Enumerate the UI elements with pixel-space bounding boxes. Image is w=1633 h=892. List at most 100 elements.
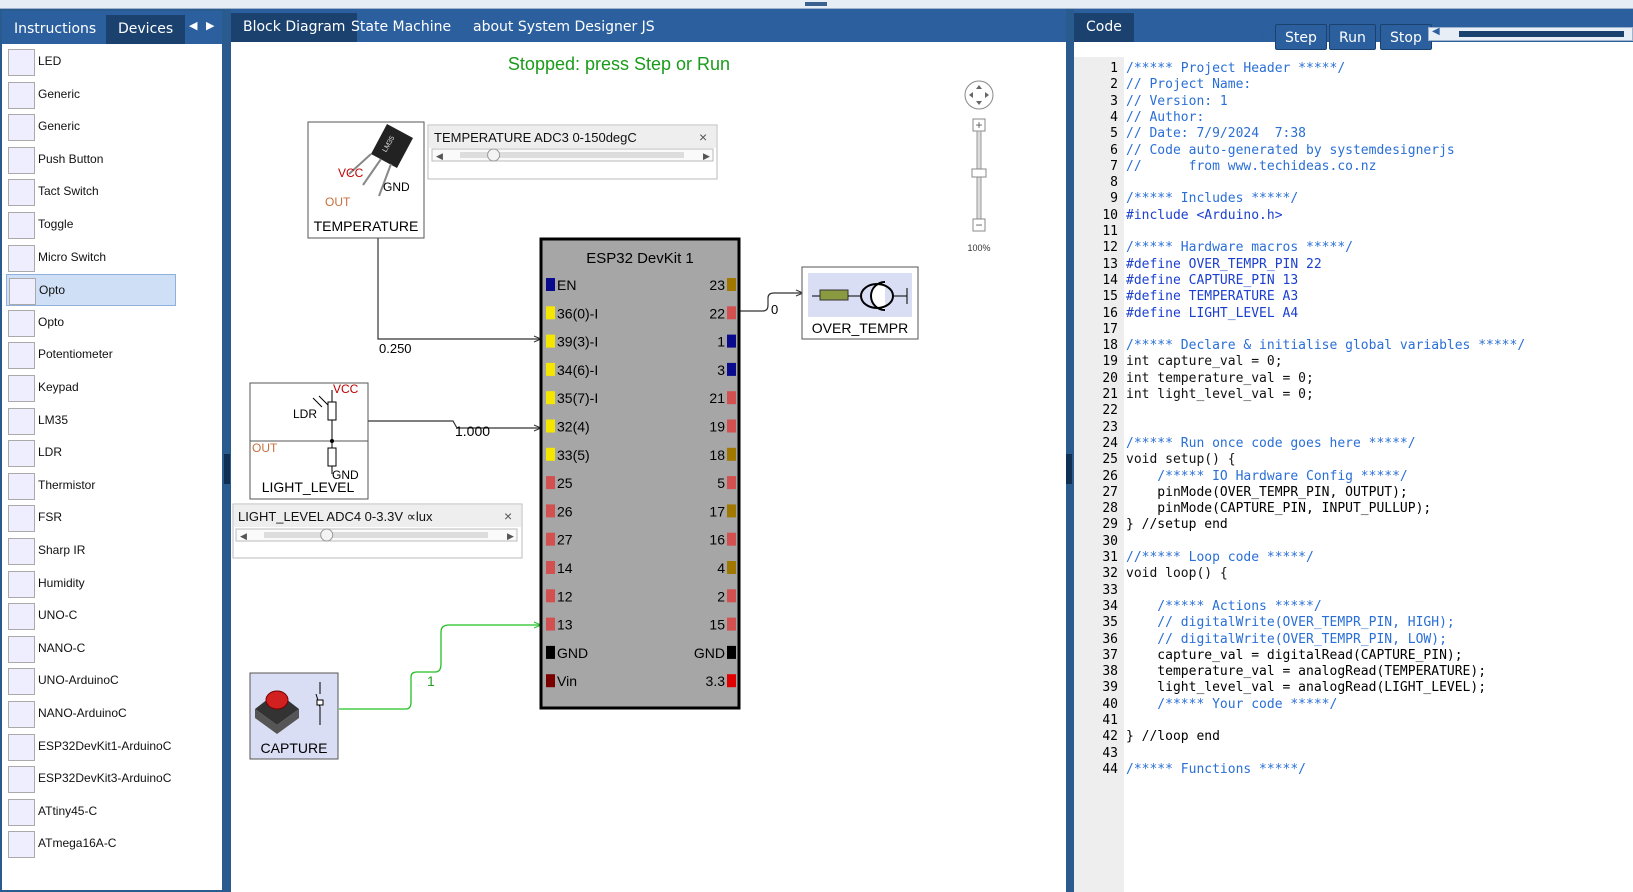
- tab-devices[interactable]: Devices: [106, 15, 186, 44]
- esp32-left-pin-marker[interactable]: [546, 561, 555, 574]
- esp32-right-pin-marker[interactable]: [727, 391, 736, 405]
- light-level-slider-thumb[interactable]: [320, 528, 334, 542]
- tab-scroll-right-icon[interactable]: ▶: [206, 19, 214, 32]
- device-item[interactable]: LED: [6, 46, 176, 78]
- run-button[interactable]: Run: [1329, 24, 1376, 50]
- device-item[interactable]: ESP32DevKit3-ArduinoC: [6, 763, 176, 795]
- code-line: /***** Project Header *****/: [1126, 61, 1346, 76]
- over-tempr-block[interactable]: OVER_TEMPR: [801, 266, 919, 340]
- esp32-right-pin-marker[interactable]: [727, 278, 736, 291]
- esp32-right-pin-marker[interactable]: [727, 476, 736, 490]
- capture-name: CAPTURE: [261, 740, 328, 756]
- esp32-right-pin-marker[interactable]: [727, 504, 736, 518]
- esp32-right-pin-marker[interactable]: [727, 645, 736, 659]
- esp32-right-pin-marker[interactable]: [727, 532, 736, 546]
- esp32-left-pin-marker[interactable]: [546, 617, 555, 631]
- speed-left-icon[interactable]: ◀: [1432, 26, 1440, 37]
- esp32-left-pin-marker[interactable]: [546, 419, 555, 433]
- device-item[interactable]: UNO-ArduinoC: [6, 665, 176, 697]
- zoom-in-glyph: +: [975, 118, 982, 132]
- tab-code[interactable]: Code: [1074, 13, 1134, 42]
- block-diagram-canvas[interactable]: Stopped: press Step or Run + − 100% 0.25…: [231, 42, 1067, 892]
- light-level-slider-close-icon[interactable]: ×: [504, 508, 512, 524]
- code-line: #define TEMPERATURE A3: [1126, 289, 1299, 305]
- esp32-left-pin-marker[interactable]: [546, 504, 555, 518]
- device-item[interactable]: Tact Switch: [6, 176, 176, 208]
- esp32-left-pin-marker[interactable]: [546, 674, 555, 688]
- esp32-left-pin-marker[interactable]: [546, 306, 555, 320]
- device-item[interactable]: Micro Switch: [6, 242, 176, 274]
- tab-instructions[interactable]: Instructions: [2, 15, 108, 44]
- zoom-thumb[interactable]: [971, 168, 987, 178]
- line-number: 40: [1102, 696, 1118, 712]
- light-level-block[interactable]: VCC LDR OUT GND LIGHT_LEVEL: [249, 382, 369, 500]
- esp32-right-pin-marker[interactable]: [727, 362, 736, 376]
- esp32-left-pin-marker[interactable]: [546, 391, 555, 405]
- light-level-slider-left-icon[interactable]: ◀: [240, 531, 247, 541]
- device-item[interactable]: NANO-C: [6, 633, 176, 665]
- esp32-left-pin-label: 34(6)-I: [557, 362, 598, 378]
- device-item[interactable]: NANO-ArduinoC: [6, 698, 176, 730]
- speed-slider[interactable]: ◀: [1428, 26, 1633, 41]
- esp32-left-pin-marker[interactable]: [546, 447, 555, 461]
- temperature-slider-thumb[interactable]: [487, 148, 501, 162]
- temperature-block[interactable]: LM35 VCC GND OUT TEMPERATURE: [307, 121, 425, 239]
- device-item[interactable]: UNO-C: [6, 600, 176, 632]
- light-level-slider-popup[interactable]: LIGHT_LEVEL ADC4 0-3.3V ∝lux × ◀ ▶: [232, 503, 523, 559]
- esp32-left-pin-marker[interactable]: [546, 476, 555, 490]
- device-item[interactable]: Generic: [6, 79, 176, 111]
- device-item[interactable]: ATtiny45-C: [6, 796, 176, 828]
- device-item[interactable]: LM35: [6, 405, 176, 437]
- code-line: void loop() {: [1126, 566, 1228, 582]
- device-label: ESP32DevKit1-ArduinoC: [38, 738, 172, 753]
- esp32-right-pin-marker[interactable]: [727, 334, 736, 348]
- device-item[interactable]: Sharp IR: [6, 535, 176, 567]
- code-line: // Author:: [1126, 109, 1213, 125]
- esp32-block[interactable]: ESP32 DevKit 1 EN36(0)-I39(3)-I34(6)-I35…: [539, 237, 741, 710]
- code-editor[interactable]: 1 2 3 4 5 6 7 8 9 10 11 12 13 14 15 16 17 18 19 20 21 22 23 24 2…: [1074, 57, 1633, 892]
- temperature-slider-close-icon[interactable]: ×: [699, 129, 707, 145]
- step-button[interactable]: Step: [1275, 24, 1327, 50]
- esp32-right-pin-marker[interactable]: [727, 419, 736, 433]
- esp32-right-pin-marker[interactable]: [727, 561, 736, 574]
- resize-handle[interactable]: [805, 2, 827, 6]
- esp32-left-pin-marker[interactable]: [546, 532, 555, 546]
- device-item[interactable]: ATmega16A-C: [6, 828, 176, 860]
- device-item[interactable]: Toggle: [6, 209, 176, 241]
- tab-state-machine[interactable]: State Machine: [339, 13, 463, 42]
- device-item[interactable]: Opto: [6, 307, 176, 339]
- device-item[interactable]: Keypad: [6, 372, 176, 404]
- device-label: ATtiny45-C: [38, 803, 98, 818]
- esp32-right-pin-marker[interactable]: [727, 447, 736, 461]
- light-level-slider-right-icon[interactable]: ▶: [507, 531, 514, 541]
- esp32-left-pin-marker[interactable]: [546, 278, 555, 291]
- zoom-control[interactable]: + − 100%: [964, 80, 994, 253]
- device-item[interactable]: ESP32DevKit1-ArduinoC: [6, 731, 176, 763]
- esp32-right-pin-marker[interactable]: [727, 617, 736, 631]
- esp32-left-pin-marker[interactable]: [546, 334, 555, 348]
- temperature-slider-popup[interactable]: TEMPERATURE ADC3 0-150degC × ◀ ▶: [427, 124, 718, 180]
- capture-block[interactable]: CAPTURE: [249, 672, 339, 760]
- tab-about[interactable]: about System Designer JS: [461, 13, 667, 42]
- esp32-left-pin-marker[interactable]: [546, 645, 555, 659]
- device-item[interactable]: Generic: [6, 111, 176, 143]
- esp32-right-pin-label: 1: [717, 334, 725, 350]
- esp32-right-pin-marker[interactable]: [727, 306, 736, 320]
- esp32-right-pin-marker[interactable]: [727, 589, 736, 603]
- device-item[interactable]: FSR: [6, 502, 176, 534]
- esp32-left-pin-label: 32(4): [557, 419, 590, 435]
- device-item[interactable]: Opto: [6, 274, 176, 307]
- temperature-slider-left-icon[interactable]: ◀: [436, 151, 443, 161]
- code-line: capture_val = digitalRead(CAPTURE_PIN);: [1126, 647, 1463, 663]
- temperature-slider-right-icon[interactable]: ▶: [703, 151, 710, 161]
- device-item[interactable]: Potentiometer: [6, 339, 176, 371]
- esp32-right-pin-marker[interactable]: [727, 674, 736, 688]
- device-item[interactable]: Humidity: [6, 568, 176, 600]
- device-item[interactable]: LDR: [6, 437, 176, 469]
- device-item[interactable]: Thermistor: [6, 470, 176, 502]
- device-item[interactable]: Push Button: [6, 144, 176, 176]
- tab-scroll-left-icon[interactable]: ◀: [189, 19, 197, 32]
- esp32-left-pin-marker[interactable]: [546, 589, 555, 603]
- stop-button[interactable]: Stop: [1380, 24, 1432, 50]
- esp32-left-pin-marker[interactable]: [546, 362, 555, 376]
